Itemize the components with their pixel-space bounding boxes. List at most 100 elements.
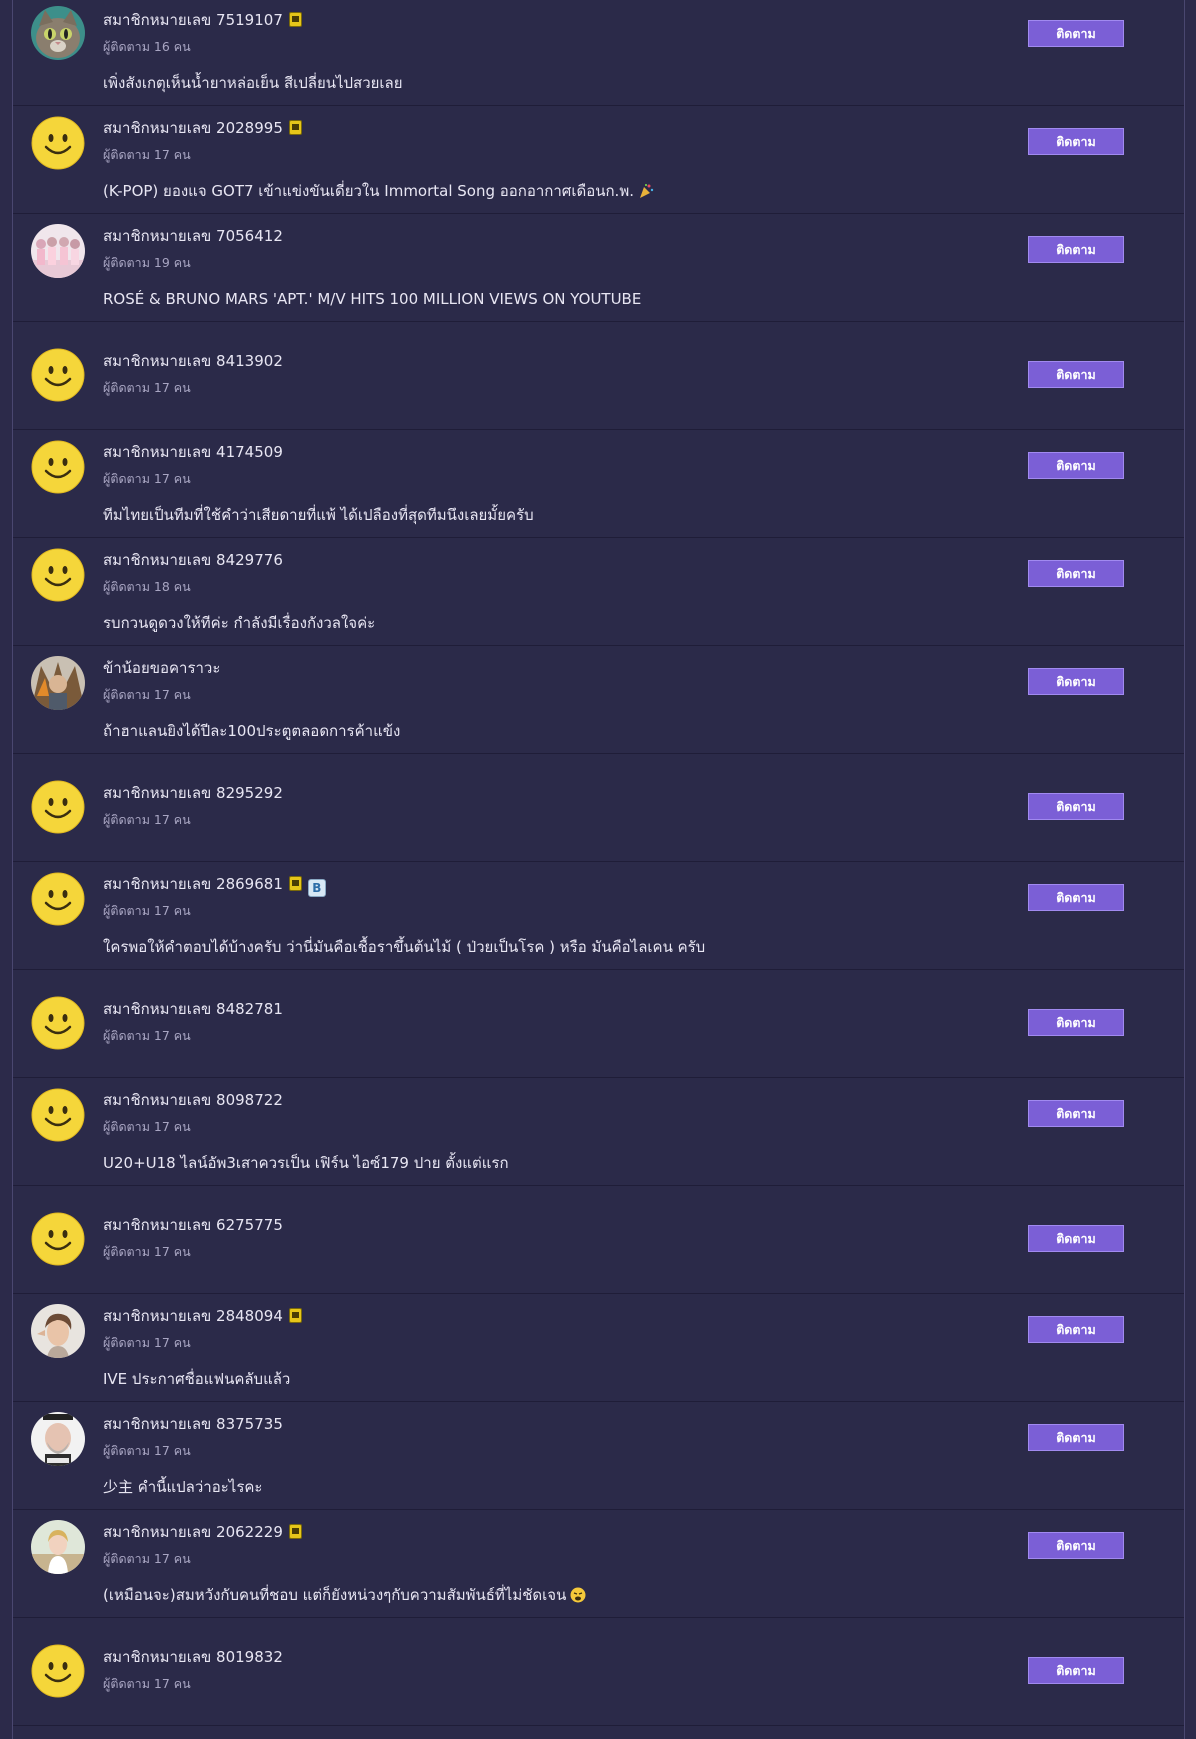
member-name[interactable]: สมาชิกหมายเลข 8413902	[103, 351, 283, 371]
member-name-text[interactable]: สมาชิกหมายเลข 2028995	[103, 119, 283, 137]
portrait-avatar[interactable]	[31, 1304, 85, 1358]
follow-button[interactable]: ติดตาม	[1028, 20, 1124, 47]
follow-button[interactable]: ติดตาม	[1028, 668, 1124, 695]
post-text[interactable]: (เหมือนจะ)สมหวังกับคนที่ชอบ แต่ก็ยังหน่ว…	[103, 1586, 566, 1604]
group-photo-avatar[interactable]	[31, 224, 85, 278]
follower-count: ผู้ติดตาม 17 คน	[103, 1244, 191, 1259]
list-item: สมาชิกหมายเลข 2869681 B ผู้ติดตาม 17 คน ใ…	[13, 862, 1184, 970]
smiley-avatar[interactable]	[31, 1644, 85, 1698]
member-name-text[interactable]: สมาชิกหมายเลข 2848094	[103, 1307, 283, 1325]
smiley-avatar[interactable]	[31, 1212, 85, 1266]
member-name[interactable]: สมาชิกหมายเลข 4174509	[103, 442, 283, 462]
phone-badge-icon	[288, 1524, 302, 1539]
latest-post-link[interactable]: ถ้าฮาแลนยิงได้ปีละ100ประตูตลอดการค้าแข้ง	[103, 721, 400, 741]
latest-post-link[interactable]: เพิ่งสังเกตุเห็นน้ำยาหล่อเย็น สีเปลี่ยนไ…	[103, 73, 403, 93]
follow-button[interactable]: ติดตาม	[1028, 1100, 1124, 1127]
list-item: สมาชิกหมายเลข 2848094 ผู้ติดตาม 17 คน IV…	[13, 1294, 1184, 1402]
latest-post-link[interactable]: (K-POP) ยองแจ GOT7 เข้าแข่งขันเดี่ยวใน I…	[103, 181, 654, 201]
warrior-avatar[interactable]	[31, 656, 85, 710]
follow-button[interactable]: ติดตาม	[1028, 128, 1124, 155]
follow-button[interactable]: ติดตาม	[1028, 560, 1124, 587]
member-name-text[interactable]: สมาชิกหมายเลข 2062229	[103, 1523, 283, 1541]
follow-button[interactable]: ติดตาม	[1028, 1532, 1124, 1559]
follow-button[interactable]: ติดตาม	[1028, 1225, 1124, 1252]
member-name[interactable]: สมาชิกหมายเลข 7056412	[103, 226, 283, 246]
smiley-avatar[interactable]	[31, 348, 85, 402]
follower-count: ผู้ติดตาม 17 คน	[103, 1119, 191, 1134]
member-name[interactable]: สมาชิกหมายเลข 7519107	[103, 10, 302, 30]
smiley-avatar[interactable]	[31, 548, 85, 602]
list-item: สมาชิกหมายเลข 7519107 ผู้ติดตาม 16 คน เพ…	[13, 0, 1184, 106]
list-item: สมาชิกหมายเลข 8375735 ผู้ติดตาม 17 คน 少主…	[13, 1402, 1184, 1510]
smiley-avatar[interactable]	[31, 872, 85, 926]
bald-man-avatar[interactable]	[31, 1412, 85, 1466]
smiley-avatar[interactable]	[31, 440, 85, 494]
member-name[interactable]: ข้าน้อยขอคาราวะ	[103, 658, 220, 678]
latest-post-link[interactable]: (เหมือนจะ)สมหวังกับคนที่ชอบ แต่ก็ยังหน่ว…	[103, 1585, 586, 1605]
follow-button[interactable]: ติดตาม	[1028, 236, 1124, 263]
phone-badge-icon	[288, 120, 302, 135]
member-name[interactable]: สมาชิกหมายเลข 8295292	[103, 783, 283, 803]
follower-count: ผู้ติดตาม 17 คน	[103, 1676, 191, 1691]
member-name[interactable]: สมาชิกหมายเลข 8375735	[103, 1414, 283, 1434]
member-name[interactable]: สมาชิกหมายเลข 2848094	[103, 1306, 302, 1326]
latest-post-link[interactable]: 少主 คำนี้แปลว่าอะไรคะ	[103, 1477, 262, 1497]
follower-count: ผู้ติดตาม 16 คน	[103, 39, 191, 54]
list-item: ข้าน้อยขอคาราวะ ผู้ติดตาม 17 คน ถ้าฮาแลน…	[13, 646, 1184, 754]
list-item: สมาชิกหมายเลข 2062229 ผู้ติดตาม 17 คน (เ…	[13, 1510, 1184, 1618]
follower-count: ผู้ติดตาม 17 คน	[103, 1028, 191, 1043]
list-item: สมาชิกหมายเลข 8482781 ผู้ติดตาม 17 คน ติ…	[13, 970, 1184, 1078]
list-item: สมาชิกหมายเลข 8295292 ผู้ติดตาม 17 คน ติ…	[13, 754, 1184, 862]
list-item: สมาชิกหมายเลข 6275775 ผู้ติดตาม 17 คน ติ…	[13, 1186, 1184, 1294]
follower-count: ผู้ติดตาม 17 คน	[103, 812, 191, 827]
member-name[interactable]: สมาชิกหมายเลข 2869681 B	[103, 874, 326, 897]
member-name[interactable]: สมาชิกหมายเลข 2028995	[103, 118, 302, 138]
follow-button[interactable]: ติดตาม	[1028, 1424, 1124, 1451]
blog-badge-icon: B	[307, 879, 326, 897]
member-name[interactable]: สมาชิกหมายเลข 8429776	[103, 550, 283, 570]
follow-button[interactable]: ติดตาม	[1028, 1657, 1124, 1684]
list-item: สมาชิกหมายเลข 8019832 ผู้ติดตาม 17 คน ติ…	[13, 1618, 1184, 1726]
member-name[interactable]: สมาชิกหมายเลข 8482781	[103, 999, 283, 1019]
latest-post-link[interactable]: รบกวนดูดวงให้ทีค่ะ กำลังมีเรื่องกังวลใจค…	[103, 613, 375, 633]
list-item: สมาชิกหมายเลข 2028995 ผู้ติดตาม 17 คน (K…	[13, 106, 1184, 214]
follow-button[interactable]: ติดตาม	[1028, 1009, 1124, 1036]
list-item: สมาชิกหมายเลข 4174509 ผู้ติดตาม 17 คน ที…	[13, 430, 1184, 538]
list-item: สมาชิกหมายเลข 8429776 ผู้ติดตาม 18 คน รบ…	[13, 538, 1184, 646]
member-name-text[interactable]: สมาชิกหมายเลข 2869681	[103, 875, 283, 893]
smiley-avatar[interactable]	[31, 996, 85, 1050]
phone-badge-icon	[288, 876, 302, 891]
phone-badge-icon	[288, 12, 302, 27]
latest-post-link[interactable]: IVE ประกาศชื่อแฟนคลับแล้ว	[103, 1369, 290, 1389]
list-item: สมาชิกหมายเลข 8098722 ผู้ติดตาม 17 คน U2…	[13, 1078, 1184, 1186]
latest-post-link[interactable]: U20+U18 ไลน์อัพ3เสาควรเป็น เฟิร์น ไอซ์17…	[103, 1153, 509, 1173]
girl-avatar[interactable]	[31, 1520, 85, 1574]
party-popper-icon	[639, 184, 654, 198]
smiley-avatar[interactable]	[31, 780, 85, 834]
weary-face-icon	[570, 1587, 586, 1603]
member-list: สมาชิกหมายเลข 7519107 ผู้ติดตาม 16 คน เพ…	[12, 0, 1185, 1739]
follower-count: ผู้ติดตาม 17 คน	[103, 471, 191, 486]
follower-count: ผู้ติดตาม 18 คน	[103, 579, 191, 594]
follower-count: ผู้ติดตาม 19 คน	[103, 255, 191, 270]
list-item: สมาชิกหมายเลข 8413902 ผู้ติดตาม 17 คน ติ…	[13, 322, 1184, 430]
post-text[interactable]: (K-POP) ยองแจ GOT7 เข้าแข่งขันเดี่ยวใน I…	[103, 182, 634, 200]
follow-button[interactable]: ติดตาม	[1028, 361, 1124, 388]
smiley-avatar[interactable]	[31, 1088, 85, 1142]
follow-button[interactable]: ติดตาม	[1028, 452, 1124, 479]
member-name[interactable]: สมาชิกหมายเลข 2062229	[103, 1522, 302, 1542]
smiley-avatar[interactable]	[31, 116, 85, 170]
latest-post-link[interactable]: ทีมไทยเป็นทีมที่ใช้คำว่าเสียดายที่แพ้ ได…	[103, 505, 534, 525]
member-name-text[interactable]: สมาชิกหมายเลข 7519107	[103, 11, 283, 29]
follower-count: ผู้ติดตาม 17 คน	[103, 903, 191, 918]
member-name[interactable]: สมาชิกหมายเลข 6275775	[103, 1215, 283, 1235]
follow-button[interactable]: ติดตาม	[1028, 884, 1124, 911]
member-name[interactable]: สมาชิกหมายเลข 8019832	[103, 1647, 283, 1667]
follow-button[interactable]: ติดตาม	[1028, 793, 1124, 820]
cat-avatar[interactable]	[31, 6, 85, 60]
latest-post-link[interactable]: ใครพอให้คำตอบได้บ้างครับ ว่านี่มันคือเชื…	[103, 937, 705, 957]
latest-post-link[interactable]: ROSÉ & BRUNO MARS 'APT.' M/V HITS 100 MI…	[103, 289, 641, 309]
follow-button[interactable]: ติดตาม	[1028, 1316, 1124, 1343]
member-name[interactable]: สมาชิกหมายเลข 8098722	[103, 1090, 283, 1110]
follower-count: ผู้ติดตาม 17 คน	[103, 147, 191, 162]
